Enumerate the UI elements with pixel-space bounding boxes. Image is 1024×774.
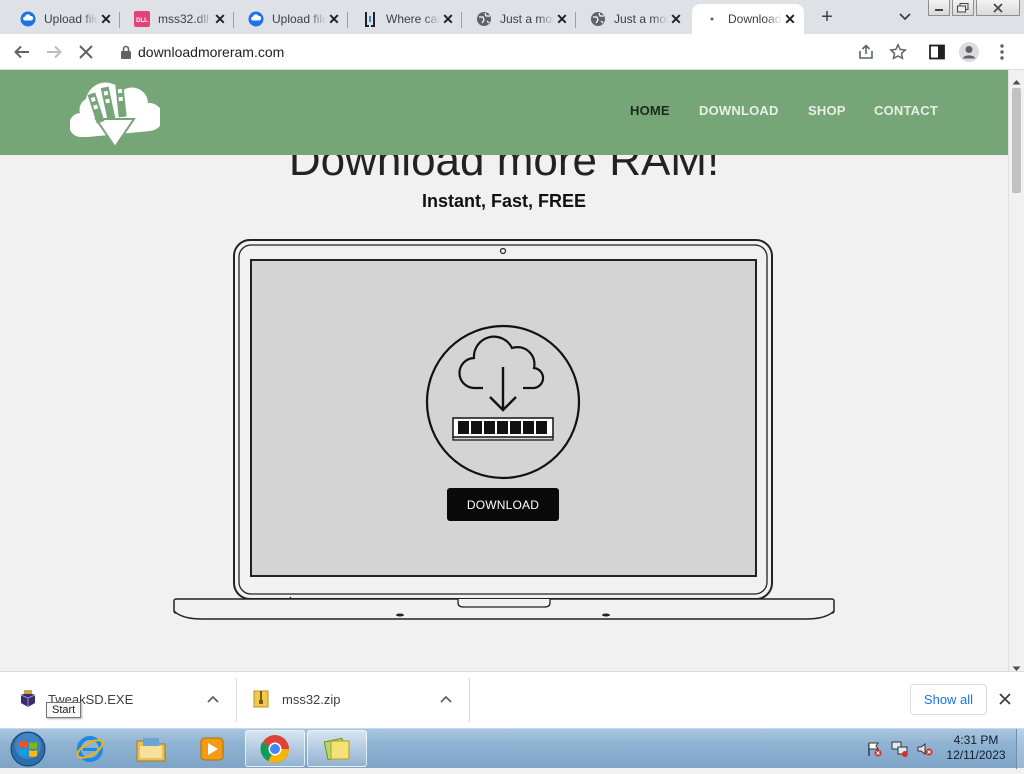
page-scrollbar[interactable] bbox=[1008, 70, 1024, 671]
side-panel-icon[interactable] bbox=[925, 40, 949, 64]
bookmark-star-icon[interactable] bbox=[886, 40, 910, 64]
hero-subtitle: Instant, Fast, FREE bbox=[421, 191, 587, 211]
action-center-flag-icon[interactable] bbox=[866, 741, 882, 762]
tab-title: Just a moment bbox=[614, 12, 668, 26]
sticky-notes-icon[interactable] bbox=[307, 730, 367, 767]
close-tab-icon[interactable]: ✕ bbox=[440, 11, 456, 27]
nav-download[interactable]: DOWNLOAD bbox=[699, 103, 779, 118]
download-item-tweaksd[interactable]: TweakSD.EXE bbox=[0, 672, 236, 728]
restore-window-icon[interactable] bbox=[952, 0, 974, 16]
cloud-download-ram-icon bbox=[425, 324, 581, 480]
system-clock[interactable]: 4:31 PM 12/11/2023 bbox=[938, 733, 1014, 763]
nav-shop[interactable]: SHOP bbox=[808, 103, 846, 118]
site-logo[interactable] bbox=[68, 75, 164, 151]
stop-loading-icon[interactable] bbox=[74, 40, 98, 64]
tab-strip: Upload files ✕ DLL mss32.dll ✕ Upload fi… bbox=[0, 0, 1024, 34]
close-tab-icon[interactable]: ✕ bbox=[554, 11, 570, 27]
clock-date: 12/11/2023 bbox=[946, 748, 1006, 762]
windows-taskbar: 4:31 PM 12/11/2023 bbox=[0, 728, 1024, 769]
page-viewport: Download more RAM! Instant, Fast, FREE D… bbox=[0, 70, 1008, 671]
laptop-illustration bbox=[173, 239, 835, 620]
scrollbar-thumb[interactable] bbox=[1012, 88, 1021, 193]
internet-explorer-icon[interactable] bbox=[60, 730, 120, 767]
download-button[interactable]: DOWNLOAD bbox=[447, 488, 559, 521]
tab-just-a-moment-2[interactable]: Just a moment ✕ bbox=[578, 4, 690, 34]
cloud-upload-favicon-icon bbox=[248, 11, 264, 27]
tab-mss32-dll[interactable]: DLL mss32.dll ✕ bbox=[122, 4, 234, 34]
tab-upload-files-2[interactable]: Upload files ✕ bbox=[236, 4, 348, 34]
zip-archive-icon bbox=[253, 690, 269, 713]
tab-search-chevron-icon[interactable] bbox=[895, 8, 915, 26]
show-all-button[interactable]: Show all bbox=[910, 684, 987, 715]
share-icon[interactable] bbox=[854, 40, 878, 64]
tab-title: mss32.dll bbox=[158, 12, 209, 26]
svg-text:DLL: DLL bbox=[136, 18, 148, 24]
site-header: HOME DOWNLOAD SHOP CONTACT bbox=[0, 70, 1008, 155]
start-tooltip: Start bbox=[46, 702, 82, 718]
tab-title: Where can bbox=[386, 12, 440, 26]
kebab-menu-icon[interactable] bbox=[990, 40, 1014, 64]
exe-package-icon bbox=[19, 690, 37, 713]
loading-dot-favicon-icon bbox=[704, 11, 720, 27]
close-tab-icon[interactable]: ✕ bbox=[668, 11, 684, 27]
nav-contact[interactable]: CONTACT bbox=[874, 103, 938, 118]
close-tab-icon[interactable]: ✕ bbox=[212, 11, 228, 27]
close-tab-icon[interactable]: ✕ bbox=[98, 11, 114, 27]
chevron-up-icon[interactable] bbox=[205, 692, 221, 708]
tab-title: Upload files bbox=[272, 12, 326, 26]
dll-favicon-icon: DLL bbox=[134, 11, 150, 27]
tab-title: Just a moment bbox=[500, 12, 554, 26]
url-text[interactable]: downloadmoreram.com bbox=[138, 44, 284, 60]
chevron-up-icon[interactable] bbox=[438, 692, 454, 708]
close-tab-icon[interactable]: ✕ bbox=[326, 11, 342, 27]
file-explorer-icon[interactable] bbox=[121, 730, 181, 767]
cloud-upload-favicon-icon bbox=[20, 11, 36, 27]
close-shelf-icon[interactable] bbox=[998, 692, 1012, 711]
minimize-window-icon[interactable] bbox=[928, 0, 950, 16]
media-player-icon[interactable] bbox=[182, 730, 242, 767]
close-window-icon[interactable] bbox=[976, 0, 1020, 16]
lock-icon[interactable] bbox=[120, 45, 132, 59]
globe-favicon-icon bbox=[476, 11, 492, 27]
globe-favicon-icon bbox=[590, 11, 606, 27]
clock-time: 4:31 PM bbox=[953, 733, 999, 747]
browser-toolbar: downloadmoreram.com bbox=[0, 34, 1024, 70]
download-filename: mss32.zip bbox=[282, 692, 341, 707]
new-tab-icon[interactable]: + bbox=[815, 6, 839, 30]
download-item-mss32[interactable]: mss32.zip bbox=[237, 672, 469, 728]
chrome-icon[interactable] bbox=[245, 730, 305, 767]
speaker-muted-icon[interactable] bbox=[916, 741, 934, 762]
nav-home[interactable]: HOME bbox=[630, 103, 670, 118]
close-tab-icon[interactable]: ✕ bbox=[782, 11, 798, 27]
bracket-favicon-icon bbox=[362, 11, 378, 27]
shelf-divider bbox=[469, 678, 470, 722]
profile-avatar-icon[interactable] bbox=[957, 40, 981, 64]
forward-arrow-icon[interactable] bbox=[42, 40, 66, 64]
start-orb-icon[interactable] bbox=[6, 729, 50, 774]
tab-download-more-ram[interactable]: Download more RAM ✕ bbox=[692, 4, 804, 34]
download-shelf: TweakSD.EXE mss32.zip Show all bbox=[0, 671, 1024, 728]
address-bar[interactable]: downloadmoreram.com bbox=[108, 37, 888, 67]
network-icon[interactable] bbox=[891, 741, 909, 762]
tab-where-can[interactable]: Where can ✕ bbox=[350, 4, 462, 34]
tab-title: Download more RAM bbox=[728, 12, 782, 26]
tab-upload-files-1[interactable]: Upload files ✕ bbox=[8, 4, 120, 34]
tab-just-a-moment-1[interactable]: Just a moment ✕ bbox=[464, 4, 576, 34]
show-desktop-button[interactable] bbox=[1016, 729, 1024, 769]
tab-title: Upload files bbox=[44, 12, 98, 26]
back-arrow-icon[interactable] bbox=[10, 40, 34, 64]
